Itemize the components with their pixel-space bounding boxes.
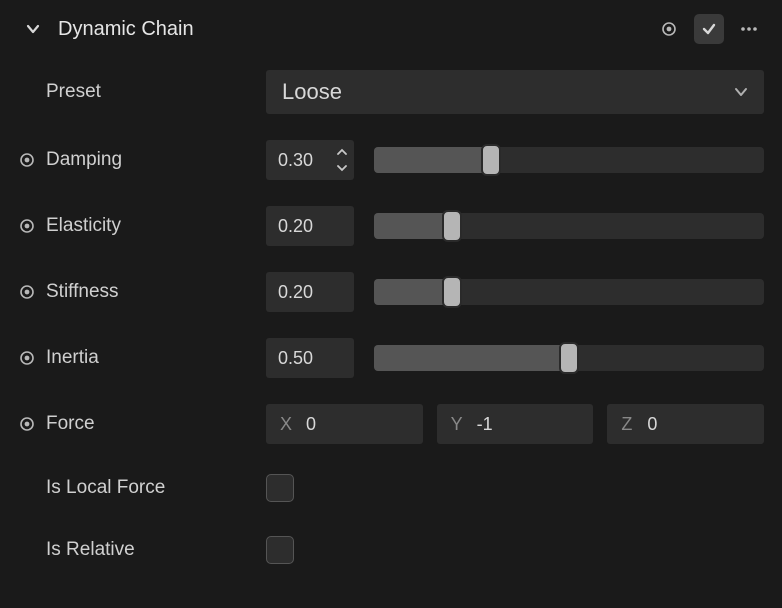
elasticity-value-text: 0.20 xyxy=(278,216,313,237)
inertia-slider-thumb[interactable] xyxy=(559,342,579,374)
radio-dot-icon xyxy=(19,416,35,432)
damping-row: Damping 0.30 xyxy=(18,140,764,180)
preset-dropdown[interactable]: Loose xyxy=(266,70,764,114)
stiffness-label: Stiffness xyxy=(46,281,266,303)
elasticity-keyframe-toggle[interactable] xyxy=(18,217,36,235)
damping-step-down[interactable] xyxy=(332,161,352,175)
is-relative-row: Is Relative xyxy=(18,532,764,568)
enable-toggle[interactable] xyxy=(694,14,724,44)
more-horizontal-icon xyxy=(740,26,758,32)
radio-dot-icon xyxy=(19,218,35,234)
elasticity-number-input[interactable]: 0.20 xyxy=(266,206,354,246)
elasticity-label: Elasticity xyxy=(46,215,266,237)
elasticity-slider[interactable] xyxy=(374,213,764,239)
force-z-axis-label: Z xyxy=(621,414,635,435)
more-menu-button[interactable] xyxy=(734,14,764,44)
chevron-down-icon xyxy=(337,164,347,172)
force-x-input[interactable]: X 0 xyxy=(266,404,423,444)
is-local-force-label: Is Local Force xyxy=(46,477,266,499)
inertia-label: Inertia xyxy=(46,347,266,369)
radio-dot-icon xyxy=(661,21,677,37)
chevron-up-icon xyxy=(337,148,347,156)
damping-spinner xyxy=(332,140,352,180)
stiffness-number-input[interactable]: 0.20 xyxy=(266,272,354,312)
is-local-force-row: Is Local Force xyxy=(18,470,764,506)
damping-value-text: 0.30 xyxy=(278,150,313,171)
radio-dot-icon xyxy=(19,350,35,366)
preset-value: Loose xyxy=(282,79,342,105)
inertia-row: Inertia 0.50 xyxy=(18,338,764,378)
elasticity-slider-fill xyxy=(374,213,452,239)
force-z-value: 0 xyxy=(647,414,657,435)
dynamic-chain-panel: Dynamic Chain Preset Loose xyxy=(0,0,782,608)
damping-slider-fill xyxy=(374,147,491,173)
stiffness-keyframe-toggle[interactable] xyxy=(18,283,36,301)
force-y-axis-label: Y xyxy=(451,414,465,435)
force-y-input[interactable]: Y -1 xyxy=(437,404,594,444)
panel-header: Dynamic Chain xyxy=(18,14,764,44)
elasticity-row: Elasticity 0.20 xyxy=(18,206,764,246)
stiffness-slider-thumb[interactable] xyxy=(442,276,462,308)
force-y-value: -1 xyxy=(477,414,493,435)
damping-slider-thumb[interactable] xyxy=(481,144,501,176)
stiffness-value-text: 0.20 xyxy=(278,282,313,303)
radio-dot-icon xyxy=(19,152,35,168)
is-local-force-checkbox[interactable] xyxy=(266,474,294,502)
damping-number-input[interactable]: 0.30 xyxy=(266,140,354,180)
inertia-slider[interactable] xyxy=(374,345,764,371)
inertia-value-text: 0.50 xyxy=(278,348,313,369)
check-icon xyxy=(701,21,717,37)
preset-label: Preset xyxy=(46,81,266,103)
stiffness-slider[interactable] xyxy=(374,279,764,305)
stiffness-slider-fill xyxy=(374,279,452,305)
elasticity-slider-thumb[interactable] xyxy=(442,210,462,242)
panel-title: Dynamic Chain xyxy=(58,18,194,41)
force-z-input[interactable]: Z 0 xyxy=(607,404,764,444)
radio-dot-icon xyxy=(19,284,35,300)
chevron-down-icon xyxy=(734,85,748,99)
force-x-value: 0 xyxy=(306,414,316,435)
force-x-axis-label: X xyxy=(280,414,294,435)
damping-label: Damping xyxy=(46,149,266,171)
is-relative-checkbox[interactable] xyxy=(266,536,294,564)
inertia-keyframe-toggle[interactable] xyxy=(18,349,36,367)
chevron-down-icon xyxy=(26,22,40,36)
force-row: Force X 0 Y -1 Z 0 xyxy=(18,404,764,444)
damping-step-up[interactable] xyxy=(332,145,352,159)
collapse-toggle[interactable] xyxy=(18,14,48,44)
record-toggle[interactable] xyxy=(654,14,684,44)
is-relative-label: Is Relative xyxy=(46,539,266,561)
force-label: Force xyxy=(46,413,266,435)
force-keyframe-toggle[interactable] xyxy=(18,415,36,433)
damping-slider[interactable] xyxy=(374,147,764,173)
inertia-number-input[interactable]: 0.50 xyxy=(266,338,354,378)
inertia-slider-fill xyxy=(374,345,569,371)
damping-keyframe-toggle[interactable] xyxy=(18,151,36,169)
stiffness-row: Stiffness 0.20 xyxy=(18,272,764,312)
preset-row: Preset Loose xyxy=(18,70,764,114)
